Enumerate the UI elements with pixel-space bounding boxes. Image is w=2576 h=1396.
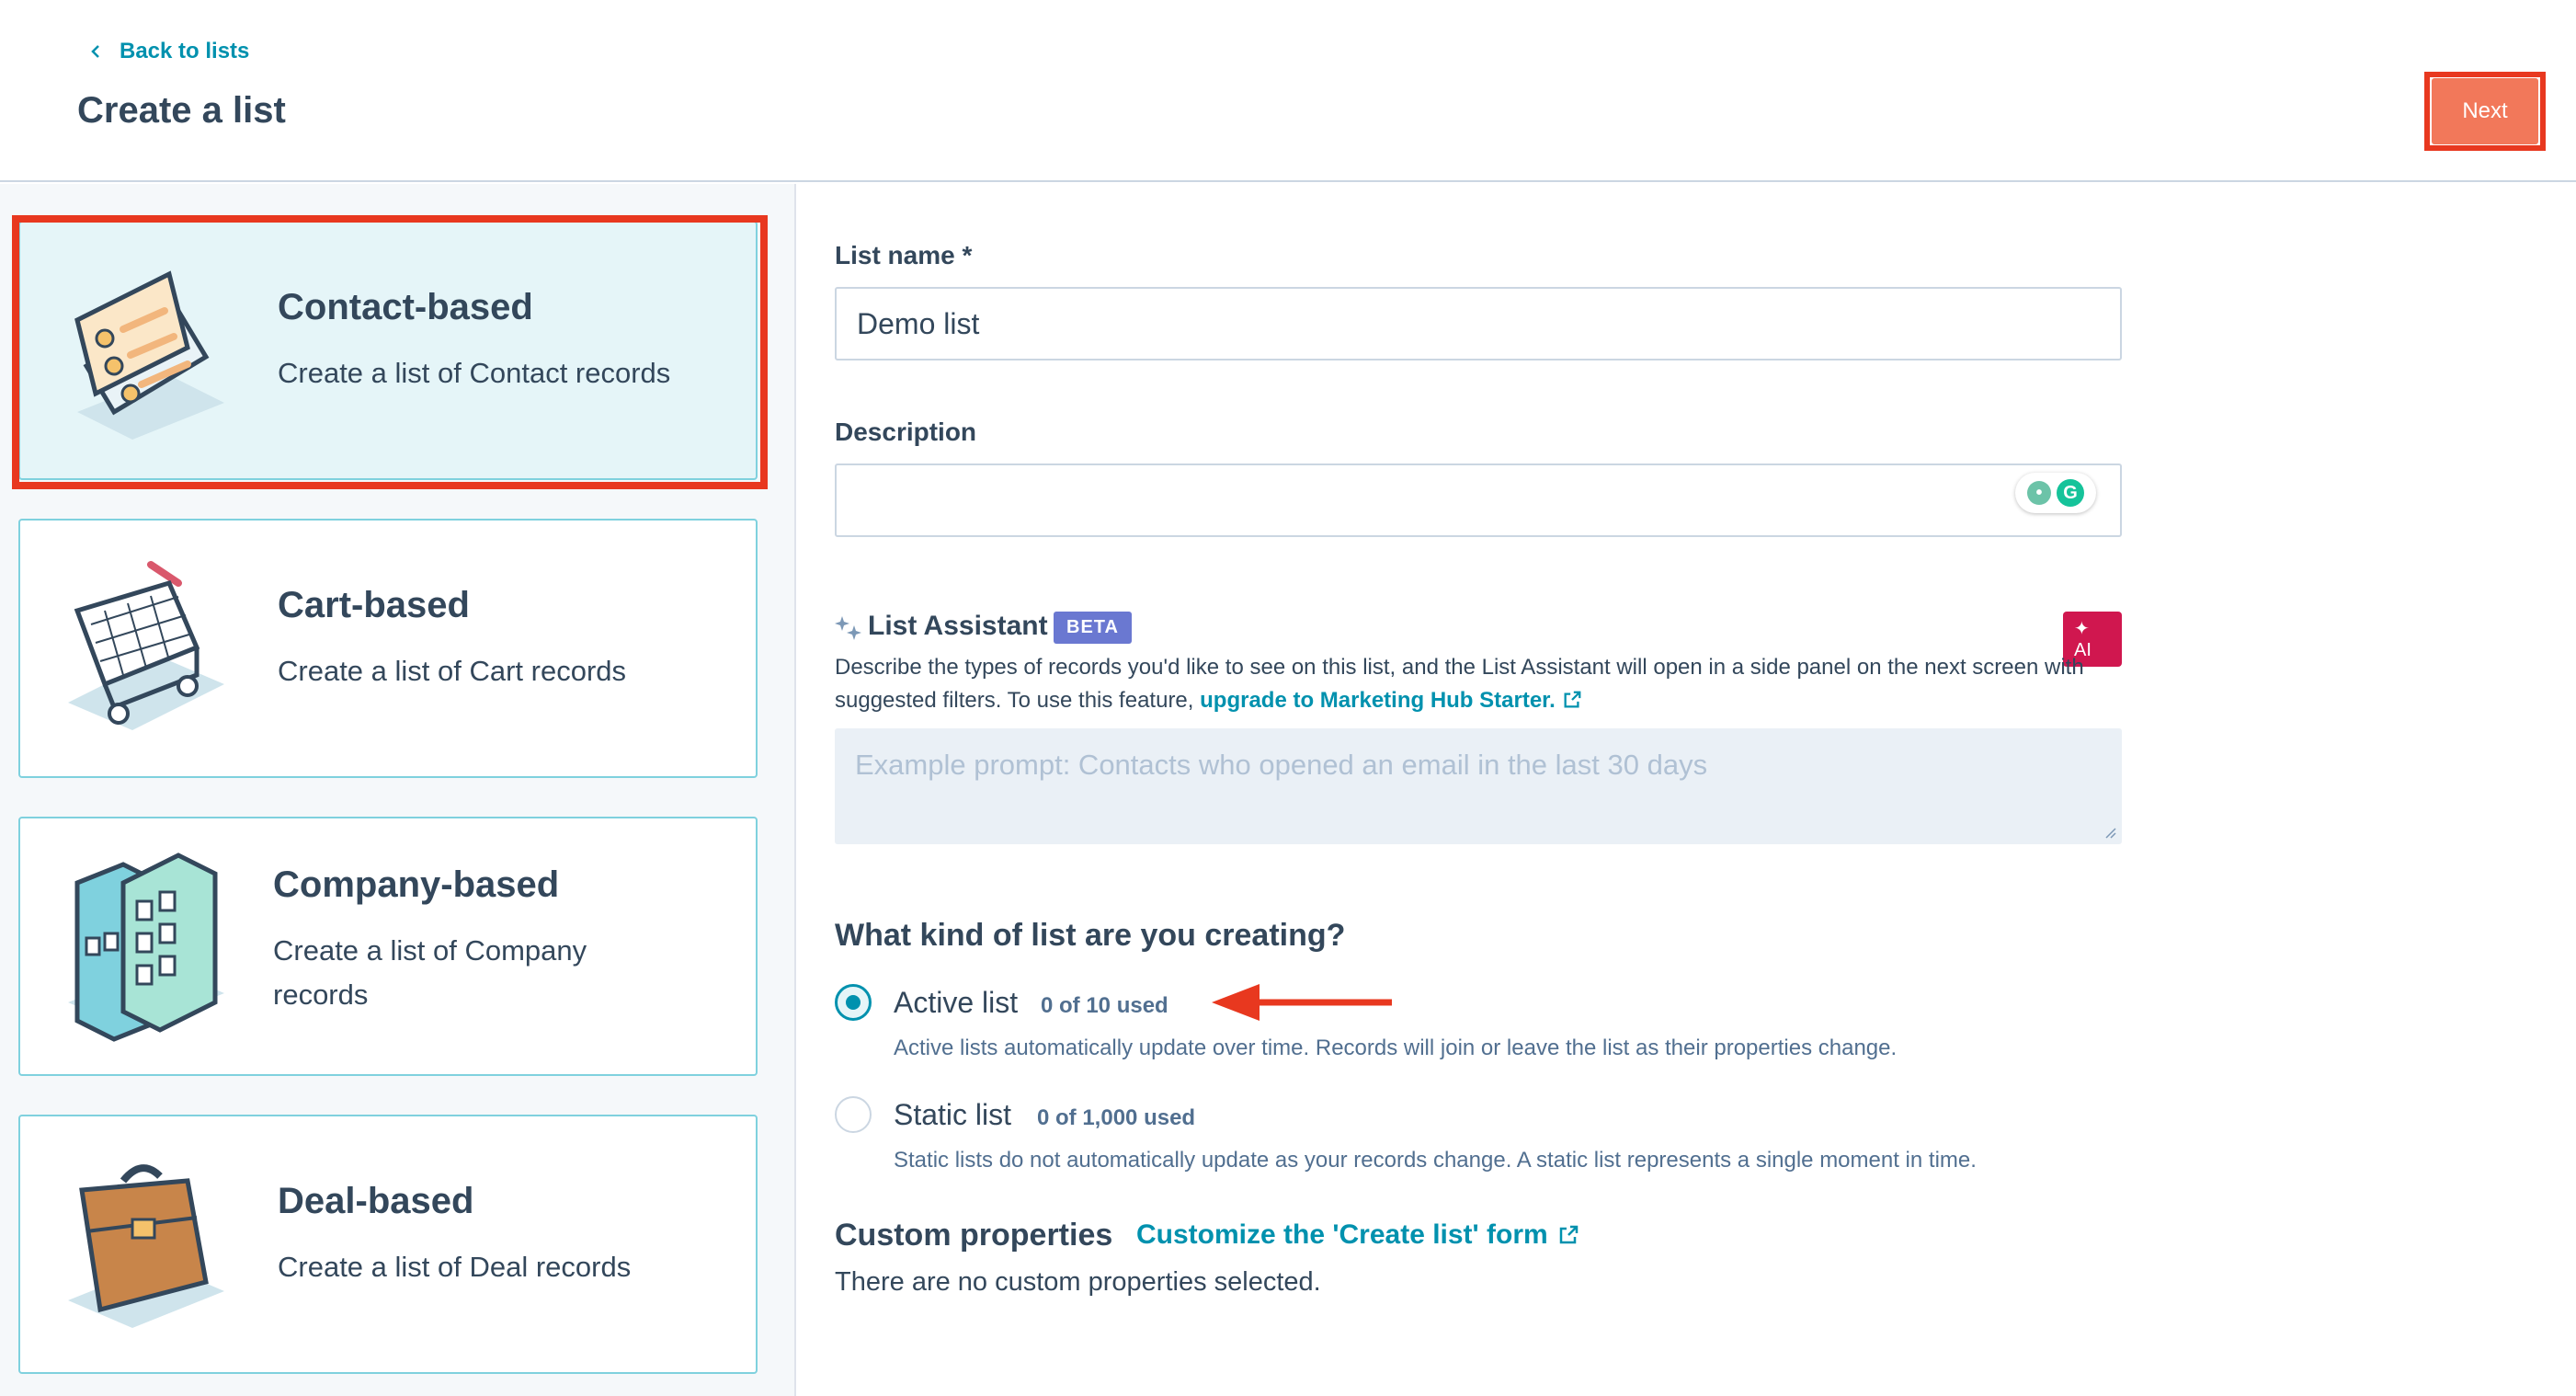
prompt-placeholder: Example prompt: Contacts who opened an e…	[855, 749, 1708, 781]
briefcase-icon	[68, 1164, 224, 1328]
card-description: Create a list of Company records	[273, 934, 587, 1011]
list-name-label: List name *	[835, 241, 973, 269]
external-link-icon	[1559, 1225, 1578, 1244]
cart-based-card[interactable]: Cart-based Create a list of Cart records	[18, 519, 758, 778]
card-title: Cart-based	[278, 585, 470, 625]
static-list-count: 0 of 1,000 used	[1037, 1105, 1196, 1130]
customize-form-link-label: Customize the 'Create list' form	[1136, 1219, 1548, 1250]
list-type-panel: Contact-based Create a list of Contact r…	[0, 184, 796, 1396]
description-input[interactable]: • G	[835, 463, 2122, 537]
card-title: Deal-based	[278, 1181, 474, 1221]
list-kind-question: What kind of list are you creating?	[835, 918, 1346, 953]
description-label: Description	[835, 418, 977, 446]
card-title: Contact-based	[278, 287, 533, 327]
active-list-count: 0 of 10 used	[1041, 993, 1168, 1018]
upgrade-link[interactable]: upgrade to Marketing Hub Starter.	[1200, 688, 1556, 713]
no-custom-properties-text: There are no custom properties selected.	[835, 1267, 1321, 1297]
active-list-description: Active lists automatically update over t…	[894, 1036, 1898, 1060]
customize-form-link[interactable]: Customize the 'Create list' form	[1136, 1219, 1579, 1251]
static-list-label[interactable]: Static list	[894, 1098, 1011, 1132]
back-to-lists-label: Back to lists	[120, 39, 250, 63]
next-button-highlight: Next	[2424, 72, 2546, 151]
company-based-card[interactable]: Company-based Create a list of Company r…	[18, 817, 758, 1076]
grammarly-icon: G	[2057, 479, 2084, 507]
contact-cards-icon	[74, 270, 224, 440]
assistant-prompt-textarea[interactable]: Example prompt: Contacts who opened an e…	[835, 728, 2122, 844]
active-list-label[interactable]: Active list	[894, 986, 1018, 1020]
list-assistant-title: List Assistant	[868, 611, 1048, 641]
sparkle-icon	[835, 616, 861, 640]
card-description: Create a list of Deal records	[278, 1251, 632, 1283]
card-title: Company-based	[273, 864, 560, 905]
back-to-lists-link[interactable]: Back to lists	[88, 39, 249, 64]
shopping-cart-icon	[68, 561, 224, 730]
next-button[interactable]: Next	[2432, 78, 2538, 144]
external-link-icon	[1564, 691, 1580, 708]
lightbulb-icon: •	[2027, 481, 2051, 505]
beta-badge: BETA	[1054, 612, 1132, 644]
page-header: Back to lists Create a list Next	[0, 0, 2576, 182]
card-description: Create a list of Cart records	[278, 655, 627, 687]
resize-handle-icon[interactable]	[2103, 826, 2116, 839]
red-arrow-annotation	[1212, 984, 1392, 1021]
active-list-radio[interactable]	[835, 984, 872, 1021]
page-title: Create a list	[77, 90, 286, 131]
custom-properties-title: Custom properties	[835, 1218, 1113, 1253]
static-list-description: Static lists do not automatically update…	[894, 1148, 1977, 1173]
chevron-left-icon	[91, 45, 99, 58]
deal-based-card[interactable]: Deal-based Create a list of Deal records	[18, 1115, 758, 1374]
list-assistant-description: Describe the types of records you'd like…	[835, 651, 2122, 717]
office-building-icon	[68, 852, 224, 1042]
contact-based-card[interactable]: Contact-based Create a list of Contact r…	[18, 221, 758, 480]
grammarly-widget[interactable]: • G	[2015, 473, 2096, 513]
static-list-radio[interactable]	[835, 1096, 872, 1133]
card-description: Create a list of Contact records	[278, 357, 671, 389]
list-name-input[interactable]: Demo list	[835, 287, 2122, 360]
